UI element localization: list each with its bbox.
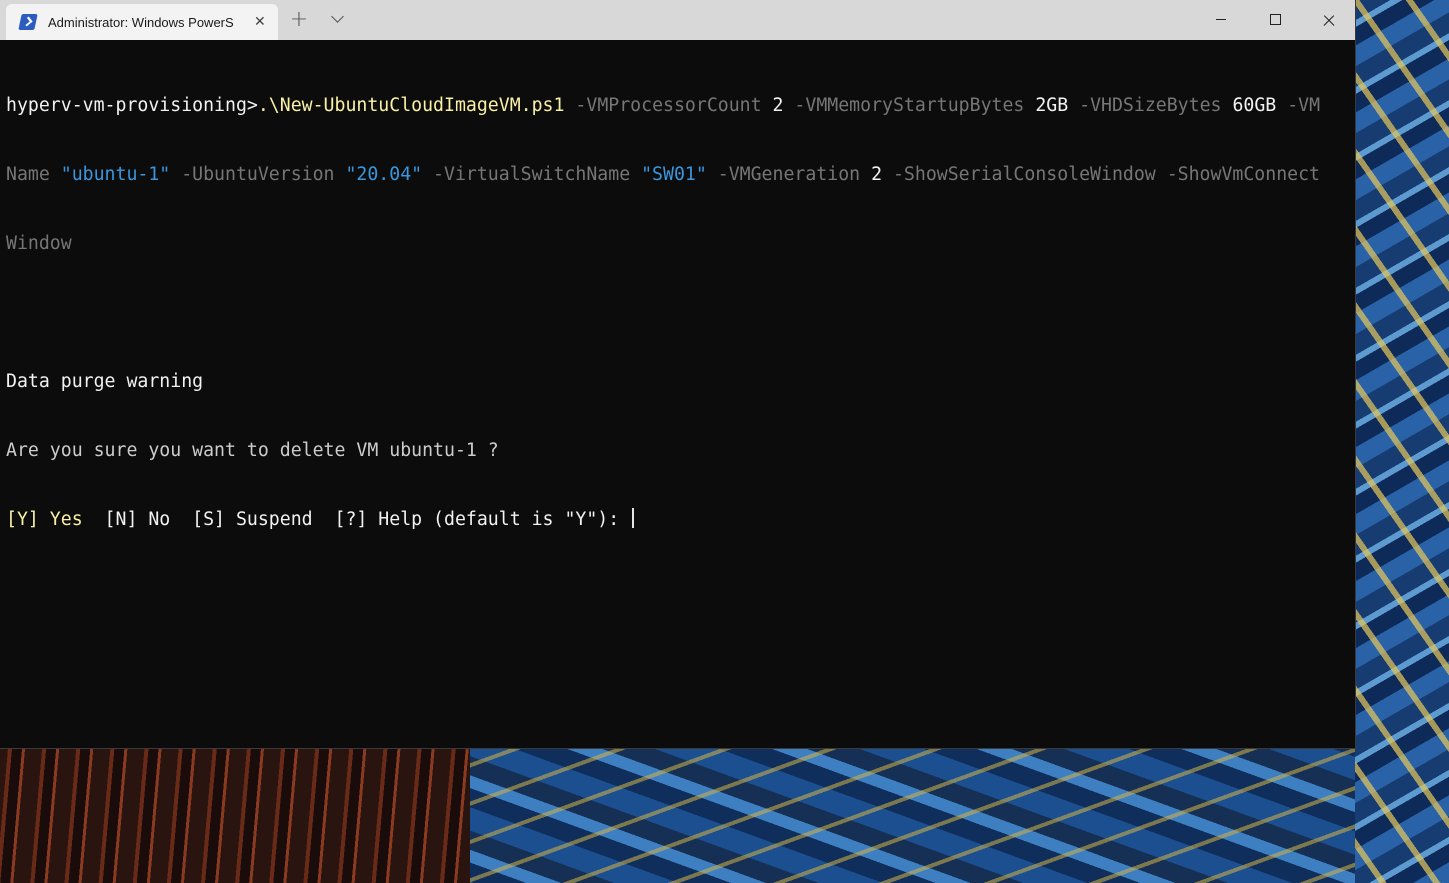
param-memory-startup: -VMMemoryStartupBytes [783, 95, 1036, 116]
tab-close-icon[interactable]: ✕ [254, 15, 266, 29]
text-cursor [632, 508, 635, 528]
confirm-choices: [Y] Yes [N] No [S] Suspend [?] Help (def… [6, 508, 1346, 531]
value-processor-count: 2 [772, 95, 784, 116]
powershell-icon [18, 14, 38, 30]
param-virtual-switch: -VirtualSwitchName [422, 164, 642, 185]
param-show-windows: -ShowSerialConsoleWindow -ShowVmConnect [882, 164, 1321, 185]
param-vm-name-start: -VM [1276, 95, 1321, 116]
param-vhd-size: -VHDSizeBytes [1068, 95, 1233, 116]
value-vm-name: "ubuntu-1" [60, 164, 171, 185]
minimize-button[interactable] [1198, 0, 1244, 40]
command-line-1: hyperv-vm-provisioning>.\New-UbuntuCloud… [6, 94, 1346, 117]
console-output[interactable]: hyperv-vm-provisioning>.\New-UbuntuCloud… [6, 48, 1346, 577]
param-vm-name-end: Name [6, 164, 61, 185]
terminal-window: Administrator: Windows PowerS ✕ + hyperv… [0, 0, 1355, 748]
prompt: hyperv-vm-provisioning> [6, 95, 258, 116]
wallpaper-swirl [1355, 0, 1449, 883]
confirm-question: Are you sure you want to delete VM ubunt… [6, 440, 499, 461]
value-virtual-switch: "SW01" [641, 164, 707, 185]
choice-others: [N] No [S] Suspend [?] Help (default is … [82, 509, 631, 530]
param-vm-generation: -VMGeneration [706, 164, 872, 185]
value-vm-generation: 2 [871, 164, 883, 185]
tab-dropdown-chevron-icon[interactable] [328, 10, 350, 30]
value-ubuntu-version: "20.04" [345, 164, 423, 185]
script-name: .\New-UbuntuCloudImageVM.ps1 [257, 95, 565, 116]
new-tab-button[interactable]: + [287, 8, 311, 32]
command-line-2: Name "ubuntu-1" -UbuntuVersion "20.04" -… [6, 163, 1346, 186]
param-ubuntu-version: -UbuntuVersion [170, 164, 346, 185]
close-button[interactable] [1306, 0, 1352, 40]
choice-yes: [Y] Yes [6, 509, 83, 530]
command-line-3: Window [6, 232, 1346, 255]
wallpaper-cypress-tree [0, 748, 470, 883]
tab-powershell[interactable]: Administrator: Windows PowerS ✕ [6, 4, 278, 40]
value-vhd-size: 60GB [1232, 95, 1277, 116]
title-bar[interactable]: Administrator: Windows PowerS ✕ + [0, 0, 1355, 40]
warning-title: Data purge warning [6, 371, 204, 392]
tab-title: Administrator: Windows PowerS [48, 14, 234, 30]
param-show-windows-end: Window [6, 233, 72, 254]
value-memory-startup: 2GB [1035, 95, 1069, 116]
param-processor-count: -VMProcessorCount [564, 95, 773, 116]
maximize-button[interactable] [1252, 0, 1298, 40]
